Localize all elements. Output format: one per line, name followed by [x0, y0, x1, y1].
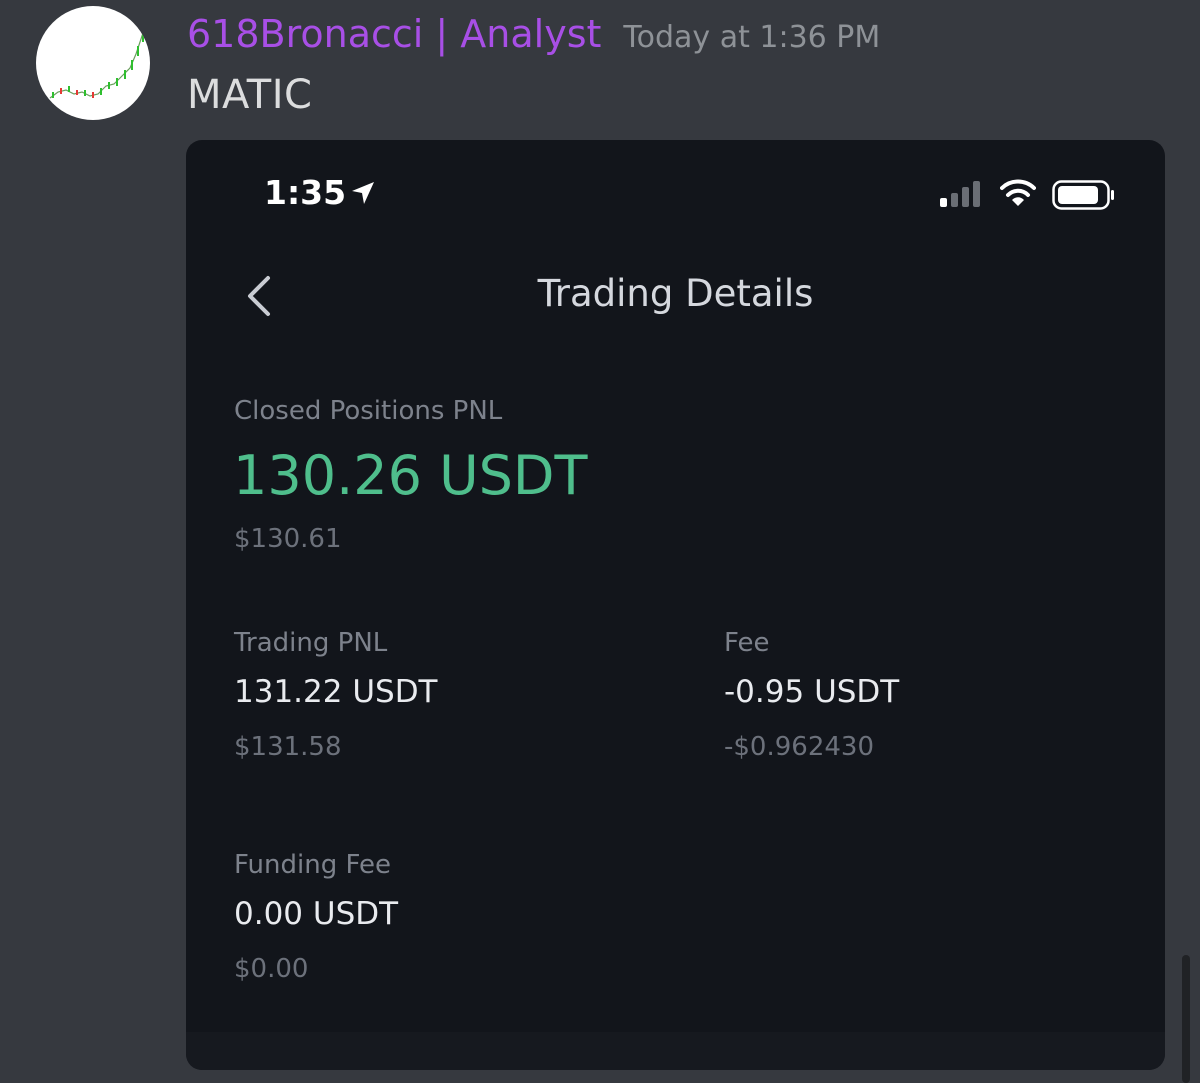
cell-signal-icon	[940, 181, 980, 207]
chart-avatar-icon	[49, 29, 145, 99]
wifi-icon	[1000, 179, 1036, 206]
scrollbar[interactable]	[1182, 955, 1190, 1083]
trading-pnl-value: 131.22 USDT	[234, 674, 438, 710]
location-arrow-icon	[352, 182, 374, 204]
message-header: 618Bronacci | Analyst Today at 1:36 PM	[187, 12, 880, 56]
closed-pnl-value: 130.26 USDT	[233, 444, 588, 507]
fee-usd: -$0.962430	[724, 732, 874, 762]
fee-label: Fee	[724, 628, 770, 658]
funding-fee-label: Funding Fee	[234, 850, 391, 880]
image-attachment[interactable]: 1:35 Trading Details Closed Positions PN…	[186, 140, 1165, 1070]
funding-fee-value: 0.00 USDT	[234, 896, 399, 932]
avatar[interactable]	[36, 6, 150, 120]
message-text: MATIC	[187, 72, 313, 118]
username[interactable]: 618Bronacci | Analyst	[187, 12, 601, 56]
funding-fee-usd: $0.00	[234, 954, 309, 984]
status-time: 1:35	[264, 173, 347, 212]
closed-pnl-usd: $130.61	[234, 524, 342, 554]
fee-value: -0.95 USDT	[724, 674, 900, 710]
trading-pnl-label: Trading PNL	[234, 628, 388, 658]
timestamp: Today at 1:36 PM	[623, 20, 881, 55]
page-title: Trading Details	[537, 272, 814, 315]
attachment-footer	[186, 1032, 1165, 1070]
closed-pnl-label: Closed Positions PNL	[234, 396, 503, 426]
trading-pnl-usd: $131.58	[234, 732, 342, 762]
battery-icon	[1052, 180, 1114, 210]
